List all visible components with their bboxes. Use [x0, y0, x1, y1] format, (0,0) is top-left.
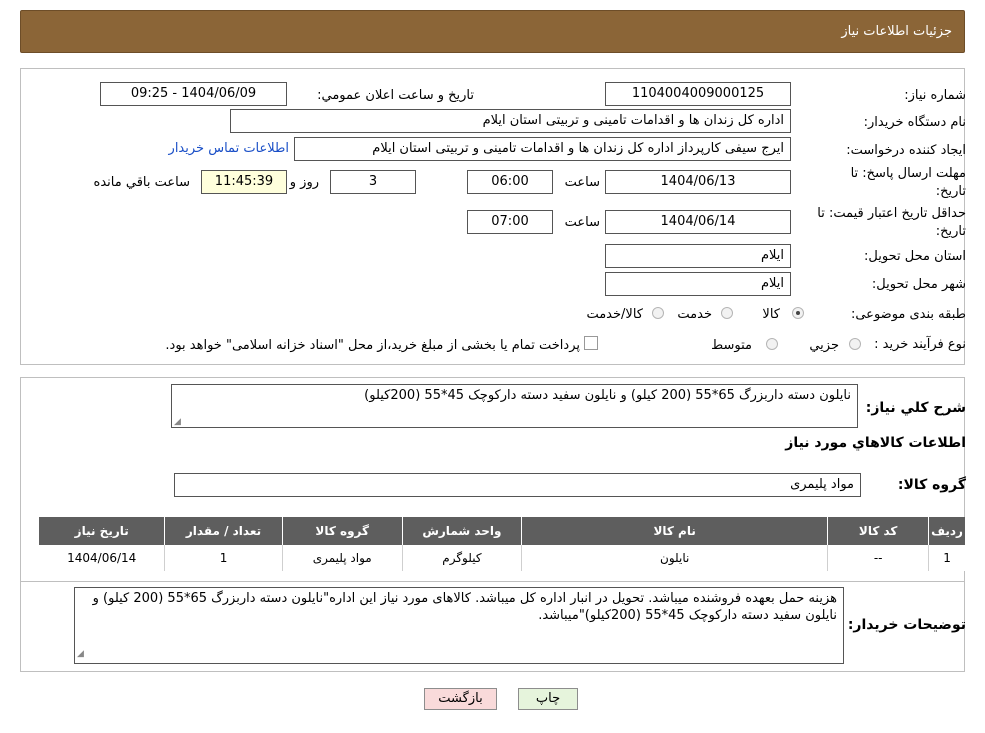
announce-datetime-field: 1404/06/09 - 09:25 [100, 82, 287, 106]
col-header-name: نام کالا [521, 517, 828, 545]
buyer-contact-link[interactable]: اطلاعات تماس خريدار [169, 141, 289, 156]
table-row: 1 -- نایلون کيلوگرم مواد پليمری 1 1404/0… [39, 545, 965, 571]
category-radio-goods[interactable] [792, 307, 804, 319]
cell-group: مواد پليمری [281, 545, 403, 571]
announce-datetime-label: تاريخ و ساعت اعلان عمومي: [317, 88, 474, 103]
need-number-field: 1104004009000125 [605, 82, 791, 106]
deadline-time-field: 06:00 [467, 170, 553, 194]
buyer-notes-text: هزینه حمل بعهده فروشنده میباشد. تحویل در… [92, 591, 837, 623]
province-label: استان محل تحويل: [864, 249, 966, 264]
general-description-field: نایلون دسته داربزرگ 65*55 (200 کیلو) و ن… [171, 384, 858, 428]
goods-info-title: اطلاعات کالاهاي مورد نياز [785, 435, 966, 451]
purchase-radio-minor[interactable] [849, 338, 861, 350]
buyer-org-label: نام دستگاه خريدار: [863, 115, 966, 130]
price-validity-time-label: ساعت [564, 215, 600, 230]
col-header-quantity: تعداد / مقدار [164, 517, 283, 545]
creator-field: ایرج سیفی کارپرداز اداره کل زندان ها و ا… [294, 137, 791, 161]
price-validity-label: حداقل تاريخ اعتبار قيمت: تا [817, 206, 966, 221]
buyer-notes-label: توضيحات خريدار: [847, 617, 966, 633]
resize-handle-icon[interactable]: ◢ [174, 417, 181, 427]
price-validity-time-field: 07:00 [467, 210, 553, 234]
col-header-code: کد کالا [827, 517, 929, 545]
goods-table: رديف کد کالا نام کالا واحد شمارش گروه کا… [39, 517, 965, 571]
category-option-goods-service: کالا/خدمت [586, 307, 643, 322]
treasury-checkbox[interactable] [584, 336, 598, 350]
print-button[interactable]: چاپ [518, 688, 578, 710]
purchase-option-minor: جزيي [809, 338, 839, 353]
cell-row-number: 1 [928, 545, 965, 571]
cell-need-date: 1404/06/14 [67, 551, 137, 565]
city-label: شهر محل تحويل: [871, 277, 966, 292]
days-label: روز و [289, 175, 319, 190]
cell-code: -- [827, 545, 929, 571]
back-button[interactable]: بازگشت [424, 688, 497, 710]
remaining-time-label: ساعت باقي مانده [93, 175, 190, 190]
col-header-unit: واحد شمارش [401, 517, 522, 545]
deadline-label: مهلت ارسال پاسخ: تا [850, 166, 966, 181]
col-header-row-number: رديف [928, 517, 965, 545]
resize-handle-icon[interactable]: ◢ [77, 646, 84, 663]
category-option-goods: کالا [762, 307, 780, 322]
city-field: ايلام [605, 272, 791, 296]
goods-group-label: گروه کالا: [897, 477, 966, 493]
purchase-radio-medium[interactable] [766, 338, 778, 350]
cell-unit: کيلوگرم [401, 545, 522, 571]
purchase-process-label: نوع فرآيند خريد : [874, 337, 966, 352]
purchase-option-medium: متوسط [711, 338, 752, 353]
general-description-label: شرح كلي نياز: [865, 400, 966, 416]
buyer-org-field: اداره کل زندان ها و اقدامات تامينی و ترب… [230, 109, 791, 133]
category-option-service: خدمت [677, 307, 712, 322]
category-radio-service[interactable] [721, 307, 733, 319]
col-header-need-date: تاريخ نياز [39, 517, 165, 545]
general-description-text: نایلون دسته داربزرگ 65*55 (200 کیلو) و ن… [364, 388, 851, 403]
deadline-date-field: 1404/06/13 [605, 170, 791, 194]
cell-name: نایلون [521, 545, 828, 571]
page-header: جزئيات اطلاعات نياز [20, 10, 965, 53]
goods-group-field: مواد پليمری [174, 473, 861, 497]
category-label: طبقه بندی موضوعی: [850, 307, 966, 322]
cell-quantity: 1 [164, 545, 283, 571]
category-radio-goods-service[interactable] [652, 307, 664, 319]
creator-label: ايجاد کننده درخواست: [846, 143, 966, 158]
page-title: جزئيات اطلاعات نياز [841, 24, 952, 39]
col-header-group: گروه کالا [281, 517, 403, 545]
price-validity-label-date: تاريخ: [935, 224, 966, 239]
need-number-label: شماره نياز: [904, 88, 966, 103]
price-validity-date-field: 1404/06/14 [605, 210, 791, 234]
province-field: ايلام [605, 244, 791, 268]
remaining-time-field: 11:45:39 [201, 170, 287, 194]
table-header-row: رديف کد کالا نام کالا واحد شمارش گروه کا… [39, 517, 965, 545]
deadline-time-label: ساعت [564, 175, 600, 190]
treasury-note: پرداخت تمام يا بخشی از مبلغ خريد،از محل … [165, 338, 580, 353]
days-remaining-field: 3 [330, 170, 416, 194]
deadline-label-date: تاريخ: [935, 184, 966, 199]
buyer-notes-field: هزینه حمل بعهده فروشنده میباشد. تحویل در… [74, 587, 844, 664]
